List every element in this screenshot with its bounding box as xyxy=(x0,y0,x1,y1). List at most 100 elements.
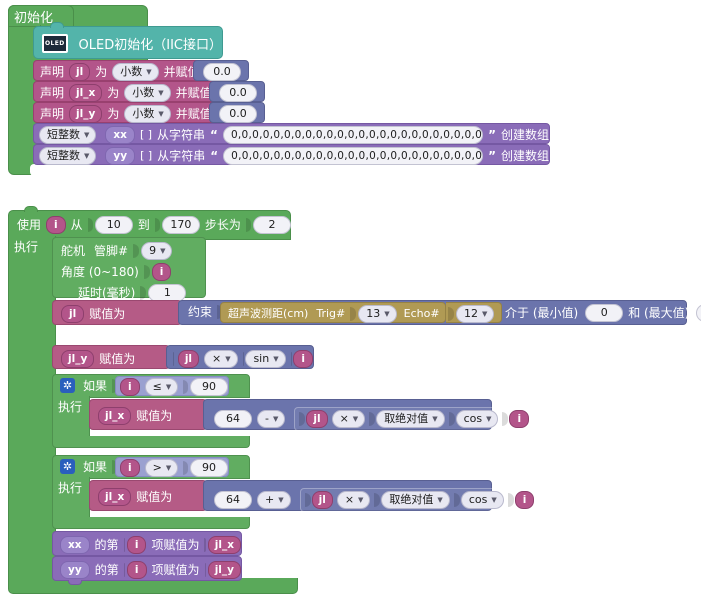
ifbody-func-1: cos xyxy=(468,493,488,506)
ifbody-abs-label-1: 取绝对值 xyxy=(389,493,434,506)
ifbody-func-dropdown-1[interactable]: cos ▼ xyxy=(460,491,504,509)
array-set-name-0[interactable]: xx xyxy=(60,536,90,554)
jl-assign-block[interactable]: jl 赋值为 xyxy=(52,300,182,325)
ifbody-abs-dropdown-1[interactable]: 取绝对值 ▼ xyxy=(381,491,450,509)
if-cond-value-1[interactable]: 90 xyxy=(190,459,228,477)
socket-plug xyxy=(140,286,147,300)
ifbody-expression-1[interactable]: 64 + ▼ jl × ▼ 取绝对值 ▼ cos ▼ i xyxy=(203,480,540,512)
declare-value-socket-2[interactable]: 0.0 xyxy=(209,102,265,123)
jly-left-var[interactable]: jl xyxy=(177,350,200,368)
ifbody-func-dropdown-0[interactable]: cos ▼ xyxy=(455,410,499,428)
array-set-row-1[interactable]: yy 的第 i 项赋值为 jl_y xyxy=(52,556,242,581)
declare-type-1[interactable]: 小数 ▼ xyxy=(124,84,171,102)
declare-value-2[interactable]: 0.0 xyxy=(219,105,257,123)
jly-func-dropdown[interactable]: sin ▼ xyxy=(245,350,286,368)
chevron-down-icon: ▼ xyxy=(384,309,390,318)
ifbody-var-0[interactable]: jl_x xyxy=(98,407,132,425)
servo-pin-value-dropdown[interactable]: 9 ▼ xyxy=(141,242,173,260)
array-set-value-var-0[interactable]: jl_x xyxy=(207,536,241,554)
constrain-min-value[interactable]: 0 xyxy=(585,304,624,322)
ifbody-var-1[interactable]: jl_x xyxy=(98,488,132,506)
ultrasonic-echo-tail[interactable]: 12 ▼ xyxy=(446,302,502,323)
oled-icon-text: OLED xyxy=(44,40,65,47)
chevron-down-icon: ▼ xyxy=(486,414,492,423)
if-condition-0[interactable]: i ≤ ▼ 90 xyxy=(115,376,229,396)
for-from-value[interactable]: 10 xyxy=(94,216,133,234)
array-set-name-1[interactable]: yy xyxy=(60,561,90,579)
ifbody-mul-left-var-0[interactable]: jl xyxy=(306,410,328,428)
ifbody-arg-var-1[interactable]: i xyxy=(514,491,535,509)
ifbody-abs-dropdown-0[interactable]: 取绝对值 ▼ xyxy=(376,410,445,428)
declare-varname-0[interactable]: jl xyxy=(69,63,91,81)
if-cond-var-1[interactable]: i xyxy=(120,459,140,477)
if-cond-op-dropdown-1[interactable]: > ▼ xyxy=(144,459,179,477)
ifbody-const-0[interactable]: 64 xyxy=(214,410,252,428)
declare-varname-1[interactable]: jl_x xyxy=(69,84,103,102)
if-cond-var-0[interactable]: i xyxy=(120,378,140,396)
servo-angle-var[interactable]: i xyxy=(151,263,172,281)
array-string-value-1[interactable]: 0,0,0,0,0,0,0,0,0,0,0,0,0,0,0,0,0,0,0,0,… xyxy=(223,147,484,165)
trig-pin-dropdown[interactable]: 13 ▼ xyxy=(358,305,397,323)
ifbody-inner-socket-0[interactable]: jl × ▼ 取绝对值 ▼ cos ▼ i xyxy=(294,407,535,431)
array-set-value-var-1[interactable]: jl_y xyxy=(207,561,241,579)
if-condition-1[interactable]: i > ▼ 90 xyxy=(115,457,229,477)
ifbody-mul-left-var-1[interactable]: jl xyxy=(311,491,333,509)
array-set-index-var-0[interactable]: i xyxy=(126,536,147,554)
for-loop-var[interactable]: i xyxy=(46,216,66,234)
blockly-workspace[interactable]: 初始化 OLED OLED初始化（IIC接口） 声明 jl 为 小数 ▼ 并赋值… xyxy=(0,0,701,600)
ifbody-mul-op-dropdown-0[interactable]: × ▼ xyxy=(331,410,366,428)
declare-type-0[interactable]: 小数 ▼ xyxy=(112,63,159,81)
ifbody-const-1[interactable]: 64 xyxy=(214,491,252,509)
array-quote-open-0: “ xyxy=(210,128,218,142)
jly-assign-label: 赋值为 xyxy=(99,352,136,366)
jly-assign-var[interactable]: jl_y xyxy=(61,350,95,368)
declare-type-label-1: 小数 xyxy=(132,86,155,99)
init-stack-inner-cut xyxy=(30,164,630,176)
ifbody-assign-0[interactable]: jl_x 赋值为 xyxy=(89,399,207,430)
ifbody-expression-0[interactable]: 64 - ▼ jl × ▼ 取绝对值 ▼ cos ▼ i xyxy=(203,399,535,431)
declare-varname-2[interactable]: jl_y xyxy=(69,105,103,123)
for-to-value[interactable]: 170 xyxy=(161,216,200,234)
jly-expression-block[interactable]: jl × ▼ sin ▼ i xyxy=(166,345,314,369)
array-name-1[interactable]: yy xyxy=(105,147,136,165)
ifbody-mul-op-dropdown-1[interactable]: × ▼ xyxy=(336,491,371,509)
ifbody-mul-op-0: × xyxy=(339,412,349,425)
array-create-row-1[interactable]: 短整数 ▼ yy [ ] 从字符串 “ 0,0,0,0,0,0,0,0,0,0,… xyxy=(33,144,550,165)
jly-operator-dropdown[interactable]: × ▼ xyxy=(204,350,238,368)
ifbody-arg-var-0[interactable]: i xyxy=(509,410,530,428)
array-brackets-1: [ ] xyxy=(140,149,153,162)
chevron-down-icon: ▼ xyxy=(160,246,166,255)
declare-type-2[interactable]: 小数 ▼ xyxy=(124,105,171,123)
ifbody-assign-1[interactable]: jl_x 赋值为 xyxy=(89,480,207,511)
ifbody-func-0: cos xyxy=(463,412,483,425)
if-cond-op-dropdown-0[interactable]: ≤ ▼ xyxy=(144,378,179,396)
ifbody-inner-socket-1[interactable]: jl × ▼ 取绝对值 ▼ cos ▼ i xyxy=(299,488,540,512)
ifbody-operator-dropdown-1[interactable]: + ▼ xyxy=(257,491,291,509)
array-string-value-0[interactable]: 0,0,0,0,0,0,0,0,0,0,0,0,0,0,0,0,0,0,0,0,… xyxy=(222,126,484,144)
declare-value-0[interactable]: 0.0 xyxy=(203,63,241,81)
ultrasonic-block[interactable]: 超声波测距(cm) Trig# 13 ▼ Echo# xyxy=(220,302,446,323)
if-cond-value-0[interactable]: 90 xyxy=(190,378,228,396)
oled-init-block[interactable]: OLED OLED初始化（IIC接口） xyxy=(33,26,223,59)
array-set-row-0[interactable]: xx 的第 i 项赋值为 jl_x xyxy=(52,531,242,556)
servo-block[interactable]: 舵机 管脚# 9 ▼ 角度 (0~180) i 延时(毫秒) 1 xyxy=(52,237,206,302)
jl-assign-var[interactable]: jl xyxy=(61,305,85,323)
for-step-value[interactable]: 2 xyxy=(253,216,291,234)
array-name-0[interactable]: xx xyxy=(105,126,135,144)
array-create-row-0[interactable]: 短整数 ▼ xx [ ] 从字符串 “ 0,0,0,0,0,0,0,0,0,0,… xyxy=(33,123,550,144)
declare-value-1[interactable]: 0.0 xyxy=(219,84,257,102)
array-type-0[interactable]: 短整数 ▼ xyxy=(39,126,97,144)
declare-value-socket-1[interactable]: 0.0 xyxy=(209,81,265,102)
array-type-1[interactable]: 短整数 ▼ xyxy=(39,147,97,165)
array-set-index-var-1[interactable]: i xyxy=(126,561,147,579)
ifbody-operator-dropdown-0[interactable]: - ▼ xyxy=(257,410,286,428)
constrain-max-value[interactable]: 64 xyxy=(696,304,701,322)
chevron-down-icon: ▼ xyxy=(278,495,284,504)
declare-kw1-2: 声明 xyxy=(40,107,65,121)
echo-pin-dropdown[interactable]: 12 ▼ xyxy=(456,305,495,323)
jly-assign-block[interactable]: jl_y 赋值为 xyxy=(52,345,170,369)
gear-icon[interactable]: ✲ xyxy=(60,378,75,393)
gear-icon[interactable]: ✲ xyxy=(60,459,75,474)
declare-value-socket-0[interactable]: 0.0 xyxy=(193,60,249,81)
jly-arg-var[interactable]: i xyxy=(293,350,314,368)
